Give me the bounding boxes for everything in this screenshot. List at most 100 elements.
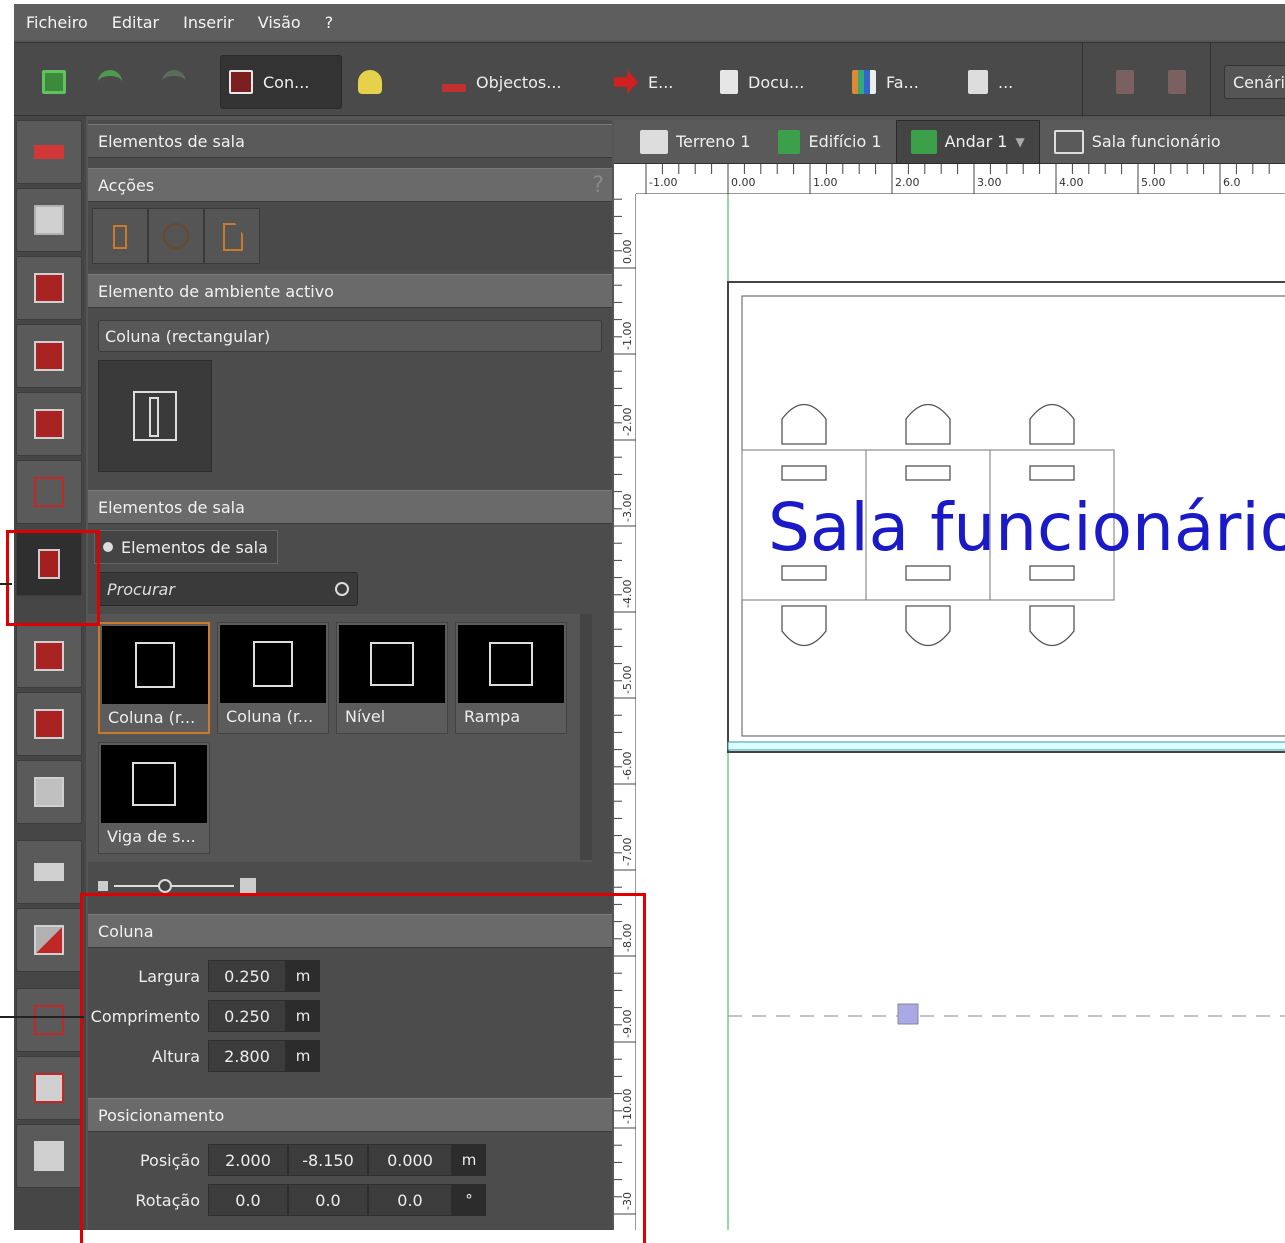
objects-button[interactable]: Objectos... <box>434 55 570 109</box>
main-toolbar: Con... Objectos... E... Docu... Fa... ..… <box>14 42 1285 117</box>
menu-edit[interactable]: Editar <box>100 13 171 32</box>
play-button[interactable] <box>1108 55 1142 109</box>
rotation-z-input[interactable]: 0.0 <box>368 1184 452 1216</box>
objects-label: Objectos... <box>476 72 562 92</box>
tool-wall[interactable] <box>16 324 82 388</box>
monitor <box>905 565 951 581</box>
action-circle-button[interactable] <box>148 208 204 264</box>
redo-button[interactable] <box>154 55 194 109</box>
slider-knob[interactable] <box>158 879 172 893</box>
tab-floor[interactable]: Andar 1 ▼ <box>895 119 1040 164</box>
ruler-label: 5.00 <box>1141 176 1166 189</box>
tool-arrow[interactable] <box>16 120 82 184</box>
tool-slab[interactable] <box>16 840 82 904</box>
catalog-item[interactable]: Rampa <box>455 622 567 734</box>
tool-dimension[interactable] <box>16 1056 82 1120</box>
menu-help[interactable]: ? <box>313 13 346 32</box>
catalog-item[interactable]: Coluna (r... <box>217 622 329 734</box>
catalog-scrollbar[interactable] <box>580 614 592 860</box>
position-x-input[interactable]: 2.000 <box>208 1144 288 1176</box>
floor-plan-drawing: Sala funcionário <box>727 194 1285 1230</box>
tool-text[interactable] <box>16 988 82 1052</box>
catalog-item[interactable]: Nível <box>336 622 448 734</box>
drawing-canvas[interactable]: Sala funcionário <box>636 194 1285 1230</box>
tool-sidebar <box>14 116 86 1230</box>
lighting-button[interactable] <box>350 55 390 109</box>
facades-button[interactable]: Fa... <box>844 55 927 109</box>
help-icon[interactable]: ? <box>592 173 604 198</box>
ruler-label: -6.00 <box>621 752 634 780</box>
room-elements-tab-label: Elementos de sala <box>121 537 268 557</box>
catalog-item[interactable]: Viga de s... <box>98 742 210 854</box>
tool-window[interactable] <box>16 760 82 824</box>
ruler-horizontal: -1.00 0.00 1.00 2.00 3.00 4.00 5.00 6.0 <box>636 164 1285 194</box>
monitor <box>905 465 951 481</box>
catalog-item[interactable]: Coluna (r... <box>98 622 210 734</box>
rotation-y-input[interactable]: 0.0 <box>288 1184 368 1216</box>
tab-terrain-label: Terreno 1 <box>676 132 751 151</box>
menu-view[interactable]: Visão <box>246 13 313 32</box>
tool-door[interactable] <box>16 392 82 456</box>
scenario-button[interactable]: Cenári <box>1224 65 1285 99</box>
ruler-horizontal-ticks: -1.00 0.00 1.00 2.00 3.00 4.00 5.00 6.0 <box>645 164 1270 194</box>
rotation-x-input[interactable]: 0.0 <box>208 1184 288 1216</box>
floor-icon <box>910 129 937 154</box>
tab-terrain[interactable]: Terreno 1 <box>614 120 764 164</box>
catalog-area: Coluna (r... Coluna (r... Nível Rampa Vi… <box>88 614 592 862</box>
menu-insert[interactable]: Inserir <box>171 13 246 32</box>
callout-line <box>0 1016 84 1018</box>
tool-building[interactable] <box>16 256 82 320</box>
position-y-input[interactable]: -8.150 <box>288 1144 368 1176</box>
export-label: E... <box>648 72 674 92</box>
tool-roof[interactable] <box>16 624 82 688</box>
unit-label: m <box>286 960 320 992</box>
scenario-label: Cenári <box>1233 72 1285 92</box>
tab-building[interactable]: Edifício 1 <box>764 120 895 164</box>
active-element-header: Elemento de ambiente activo <box>88 274 612 308</box>
length-input[interactable]: 0.250 <box>208 1000 286 1032</box>
tab-building-label: Edifício 1 <box>808 132 882 151</box>
tool-terrain[interactable] <box>16 188 82 252</box>
tool-stairs[interactable] <box>16 908 82 972</box>
more-button[interactable]: ... <box>960 55 1021 109</box>
zoom-slider[interactable] <box>98 876 282 896</box>
position-z-input[interactable]: 0.000 <box>368 1144 452 1176</box>
chevron-down-icon[interactable]: ▼ <box>1015 135 1024 149</box>
panel-icon <box>968 70 988 94</box>
tool-room[interactable] <box>16 460 82 524</box>
search-input[interactable]: Procurar <box>98 572 358 606</box>
ruler-label: -8.00 <box>621 924 634 952</box>
building-icon <box>778 129 801 154</box>
monitor <box>1029 465 1075 481</box>
menu-file[interactable]: Ficheiro <box>14 13 100 32</box>
tool-room-elements[interactable] <box>16 532 82 596</box>
tool-floor[interactable] <box>16 692 82 756</box>
undo-button[interactable] <box>90 55 130 109</box>
action-rectangle-button[interactable] <box>92 208 148 264</box>
height-input[interactable]: 2.800 <box>208 1040 286 1072</box>
small-thumb-icon <box>98 881 108 891</box>
more-label: ... <box>998 72 1014 92</box>
room-elements-header: Elementos de sala <box>88 490 612 524</box>
arrow-icon <box>34 145 64 159</box>
ruler-label: -1.00 <box>649 176 677 189</box>
catalog-item-label: Coluna (r... <box>226 707 314 726</box>
action-polygon-button[interactable] <box>204 208 260 264</box>
stop-button[interactable] <box>1160 55 1194 109</box>
construction-button[interactable]: Con... <box>220 55 342 109</box>
selected-column[interactable] <box>897 1003 919 1025</box>
export-button[interactable]: E... <box>606 55 681 109</box>
catalog-item-label: Viga de s... <box>107 827 196 846</box>
width-input[interactable]: 0.250 <box>208 960 286 992</box>
ruler-label: -9.00 <box>621 1010 634 1038</box>
save-icon <box>42 70 66 94</box>
column-header: Coluna <box>88 914 612 948</box>
documents-button[interactable]: Docu... <box>712 55 812 109</box>
room-elements-tab[interactable]: Elementos de sala <box>94 530 278 564</box>
tab-room[interactable]: Sala funcionário <box>1040 120 1235 164</box>
close-icon <box>1168 70 1186 94</box>
ruler-label: 0.00 <box>731 176 756 189</box>
tool-selection[interactable] <box>16 1124 82 1188</box>
save-button[interactable] <box>34 55 74 109</box>
search-placeholder: Procurar <box>107 579 175 599</box>
